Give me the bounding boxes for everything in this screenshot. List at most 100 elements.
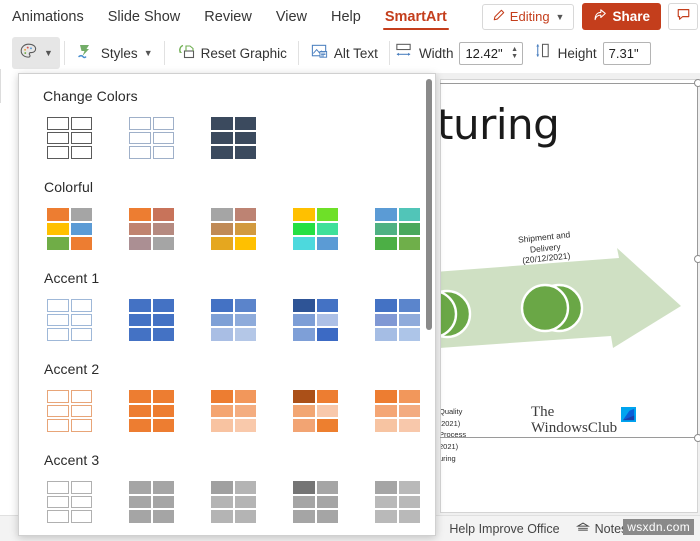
styles-button[interactable]: Styles ▼ (69, 37, 160, 69)
swatch-cell (399, 419, 421, 432)
swatch-cell (129, 117, 151, 130)
swatch-cell (47, 481, 69, 494)
swatch-cell (129, 405, 151, 418)
swatch-cell (317, 419, 339, 432)
swatch-grid (129, 481, 174, 523)
color-swatch-accent2-gradient-loop[interactable] (291, 388, 340, 434)
color-swatch-accent1-primary-theme-colors[interactable] (45, 297, 94, 343)
slide-surface[interactable]: turing Shipment and Delivery (20/12/2021… (440, 79, 698, 513)
change-colors-scroll-region: Change Colors ColorfulAccent 1Accent 2Ac… (19, 74, 435, 535)
slide-canvas-area[interactable]: turing Shipment and Delivery (20/12/2021… (434, 73, 700, 515)
color-swatch-row (19, 468, 435, 525)
editing-mode-button[interactable]: Editing ▼ (482, 4, 575, 30)
swatch-cell (317, 481, 339, 494)
styles-label: Styles (101, 46, 138, 61)
chevron-down-icon: ▼ (556, 12, 565, 22)
color-swatch-accent3-gradient-range[interactable] (373, 479, 422, 525)
color-swatch-colorful-range-accent-colors-3-4[interactable] (209, 206, 258, 252)
color-swatch-accent3-primary-theme-colors[interactable] (45, 479, 94, 525)
swatch-grid (293, 299, 338, 341)
width-stepper[interactable]: ▲▼ (508, 43, 522, 64)
swatch-cell (375, 314, 397, 327)
color-swatch-accent2-primary-theme-colors[interactable] (45, 388, 94, 434)
color-swatch-dark-fill-dark-1[interactable] (209, 115, 258, 161)
tab-animations[interactable]: Animations (0, 0, 96, 33)
swatch-cell (211, 328, 233, 341)
comments-button[interactable] (668, 3, 698, 30)
swatch-cell (129, 237, 151, 250)
width-value: 12.42" (460, 43, 507, 64)
swatch-grid (211, 117, 256, 159)
tab-label: View (276, 9, 307, 25)
swatch-cell (47, 299, 69, 312)
swatch-cell (399, 237, 421, 250)
swatch-grid (211, 299, 256, 341)
swatch-cell (375, 208, 397, 221)
color-swatch-accent2-colored-outline[interactable] (209, 388, 258, 434)
smartart-node-label-shipment: Shipment and Delivery (20/12/2021) (517, 229, 572, 266)
swatch-cell (129, 328, 151, 341)
swatch-cell (293, 496, 315, 509)
color-swatch-primary-theme-colors-1[interactable] (45, 115, 94, 161)
toolbar-left-divider (0, 69, 4, 103)
watermark-text: The WindowsClub (531, 405, 617, 437)
swatch-cell (293, 208, 315, 221)
smartart-arrow-graphic[interactable] (440, 248, 698, 398)
tab-smartart[interactable]: SmartArt (373, 0, 459, 33)
comment-icon (676, 7, 691, 26)
change-colors-dropdown[interactable]: Change Colors ColorfulAccent 1Accent 2Ac… (18, 73, 436, 536)
color-swatch-colorful-range-accent-colors-2-3[interactable] (127, 206, 176, 252)
color-swatch-accent3-colored-fill[interactable] (127, 479, 176, 525)
chevron-down-icon: ▼ (44, 48, 53, 58)
swatch-cell (47, 117, 69, 130)
swatch-cell (71, 223, 93, 236)
status-help-improve-office[interactable]: Help Improve Office (449, 522, 559, 536)
color-swatch-accent2-gradient-range[interactable] (373, 388, 422, 434)
swatch-cell (71, 299, 93, 312)
color-swatch-row (19, 286, 435, 343)
swatch-cell (211, 208, 233, 221)
color-swatch-accent3-colored-outline[interactable] (209, 479, 258, 525)
swatch-cell (375, 496, 397, 509)
width-input[interactable]: 12.42" ▲▼ (459, 42, 522, 65)
swatch-cell (211, 132, 233, 145)
color-swatch-accent1-gradient-loop[interactable] (291, 297, 340, 343)
reset-graphic-button[interactable]: Reset Graphic (169, 37, 294, 69)
swatch-grid (129, 208, 174, 250)
swatch-cell (399, 328, 421, 341)
swatch-cell (153, 146, 175, 159)
color-swatch-accent1-gradient-range[interactable] (373, 297, 422, 343)
color-swatch-colorful-range-accent-colors-5-6[interactable] (373, 206, 422, 252)
color-swatch-accent1-colored-outline[interactable] (209, 297, 258, 343)
height-group: Height 7.31" (533, 41, 651, 65)
height-input[interactable]: 7.31" (603, 42, 651, 65)
share-button[interactable]: Share (582, 3, 661, 30)
status-notes[interactable]: Notes (576, 521, 628, 536)
smartart-left-labels-2: Quality /2021) Process 2021) uring ) (440, 406, 466, 476)
swatch-cell (211, 237, 233, 250)
swatch-cell (399, 208, 421, 221)
color-swatch-accent3-gradient-loop[interactable] (291, 479, 340, 525)
alt-text-label: Alt Text (334, 46, 378, 61)
alt-text-button[interactable]: Alt Text (303, 37, 385, 69)
color-swatch-colorful-accent-colors[interactable] (45, 206, 94, 252)
color-swatch-colorful-range-accent-colors-4-5[interactable] (291, 206, 340, 252)
color-swatch-accent1-colored-fill[interactable] (127, 297, 176, 343)
swatch-cell (317, 496, 339, 509)
color-swatch-accent2-colored-fill[interactable] (127, 388, 176, 434)
tab-view[interactable]: View (264, 0, 319, 33)
watermark-line-1: The (531, 405, 617, 421)
swatch-cell (211, 405, 233, 418)
tab-label: Help (331, 9, 361, 25)
swatch-cell (71, 146, 93, 159)
change-colors-title: Change Colors (19, 74, 435, 104)
tab-slide-show[interactable]: Slide Show (96, 0, 193, 33)
swatch-cell (153, 481, 175, 494)
dropdown-scrollbar-thumb[interactable] (426, 79, 432, 330)
color-swatch-colored-fill-accent-1[interactable] (127, 115, 176, 161)
tab-review[interactable]: Review (192, 0, 264, 33)
tab-help[interactable]: Help (319, 0, 373, 33)
swatch-cell (153, 419, 175, 432)
swatch-cell (71, 314, 93, 327)
change-colors-button[interactable]: ▼ (12, 37, 60, 69)
